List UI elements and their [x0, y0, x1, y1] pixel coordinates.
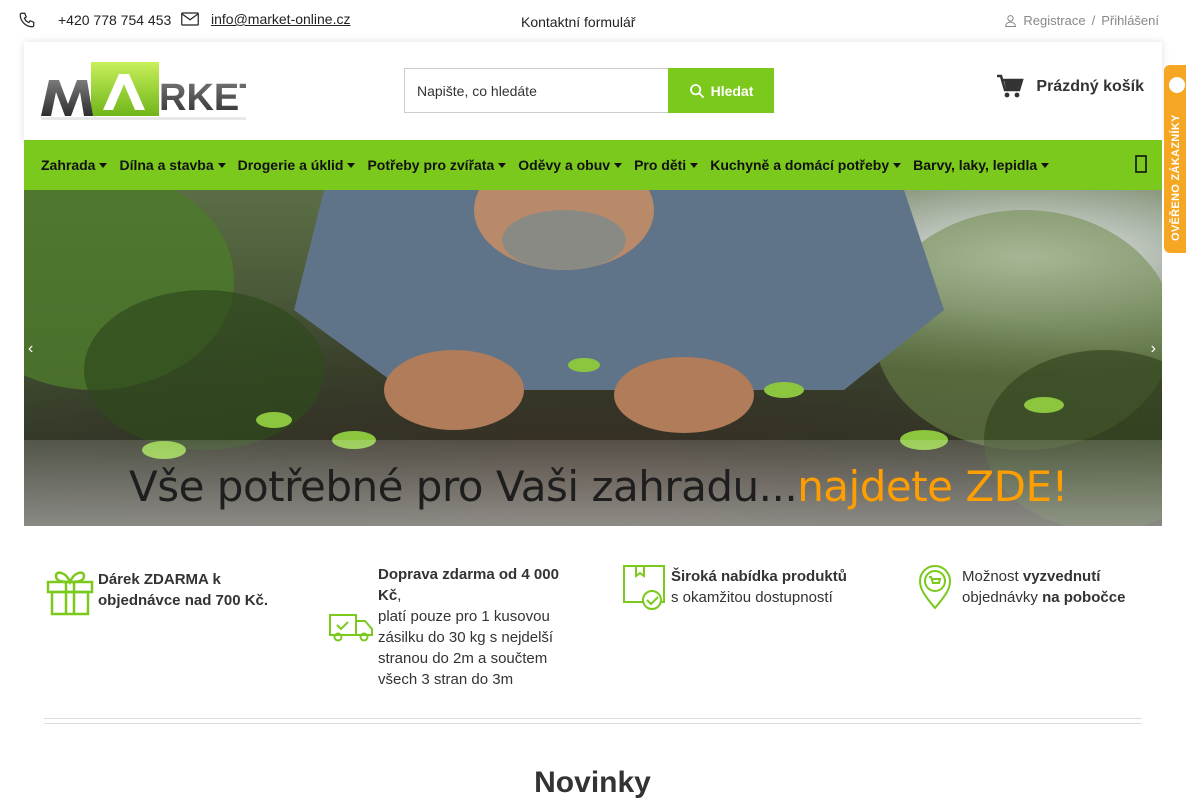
banner-caption-main: Vše potřebné pro Vaši zahradu... — [129, 462, 798, 511]
location-cart-icon — [918, 565, 952, 610]
user-icon — [1005, 15, 1017, 27]
chevron-down-icon — [893, 162, 902, 168]
next-slide-arrow[interactable]: › — [1151, 340, 1156, 358]
feature-pickup-mid: objednávky — [962, 589, 1043, 606]
truck-icon — [329, 614, 373, 642]
cart[interactable]: Prázdný košík — [996, 74, 1144, 100]
search-bar: Hledat — [404, 68, 774, 113]
feature-offer-title: Široká nabídka produktů — [671, 568, 847, 585]
chevron-down-icon — [614, 162, 623, 168]
gift-icon — [46, 571, 94, 616]
phone-link[interactable]: +420 778 754 453 — [18, 11, 171, 29]
chevron-down-icon — [99, 162, 108, 168]
nav-item-zvirata[interactable]: Potřeby pro zvířata — [367, 157, 507, 173]
mail-icon — [181, 12, 199, 26]
email-link-wrap: info@market-online.cz — [181, 11, 351, 27]
nav-item-barvy[interactable]: Barvy, laky, lepidla — [913, 157, 1050, 173]
nav-item-dilna[interactable]: Dílna a stavba — [119, 157, 226, 173]
prev-slide-arrow[interactable]: ‹ — [28, 340, 33, 358]
logo[interactable]: RKET — [41, 60, 262, 122]
feature-pickup-bold2: na pobočce — [1042, 589, 1126, 606]
login-link[interactable]: Přihlášení — [1101, 13, 1159, 28]
register-link[interactable]: Registrace — [1023, 13, 1085, 28]
badge-seal-icon — [1167, 75, 1186, 95]
feature-shipping-comma: , — [397, 587, 402, 604]
badge-text: OVĚŘENO ZÁKAZNÍKY — [1170, 114, 1182, 241]
feature-shipping-title: Doprava zdarma od 4 000 Kč — [378, 566, 559, 604]
nav-item-zahrada[interactable]: Zahrada — [41, 157, 108, 173]
chevron-down-icon — [347, 162, 356, 168]
section-divider — [44, 718, 1142, 724]
top-bar: +420 778 754 453 info@market-online.cz K… — [0, 0, 1200, 42]
nav-item-deti[interactable]: Pro děti — [634, 157, 699, 173]
chevron-down-icon — [690, 162, 699, 168]
account-separator: / — [1091, 13, 1096, 28]
phone-number: +420 778 754 453 — [58, 12, 172, 28]
chevron-down-icon — [498, 162, 507, 168]
chevron-down-icon — [1041, 162, 1050, 168]
feature-offer: Široká nabídka produktů s okamžitou dost… — [622, 564, 882, 610]
hero-banner[interactable]: ‹ › Vše potřebné pro Vaši zahradu...najd… — [24, 190, 1162, 526]
nav-item-kuchyne[interactable]: Kuchyně a domácí potřeby — [710, 157, 902, 173]
account-links: Registrace / Přihlášení — [1004, 13, 1159, 28]
svg-text:RKET: RKET — [159, 77, 246, 119]
contact-form-link[interactable]: Kontaktní formulář — [521, 14, 635, 30]
more-menu-icon[interactable] — [1134, 155, 1148, 173]
box-check-icon — [623, 565, 665, 610]
cart-icon — [997, 74, 1025, 98]
feature-pickup: Možnost vyzvednutí objednávky na pobočce — [918, 564, 1158, 610]
main-nav: Zahrada Dílna a stavba Drogerie a úklid … — [24, 140, 1162, 190]
feature-pickup-pre: Možnost — [962, 568, 1023, 585]
search-icon — [689, 83, 704, 98]
nav-item-drogerie[interactable]: Drogerie a úklid — [238, 157, 356, 173]
banner-caption: Vše potřebné pro Vaši zahradu...najdete … — [129, 462, 1068, 511]
chevron-down-icon — [217, 162, 226, 168]
feature-pickup-bold1: vyzvednutí — [1022, 568, 1101, 585]
banner-caption-highlight: najdete ZDE! — [797, 462, 1068, 511]
phone-icon — [19, 12, 35, 28]
verified-badge[interactable]: OVĚŘENO ZÁKAZNÍKY — [1164, 65, 1186, 253]
cart-label: Prázdný košík — [1036, 78, 1144, 95]
email-link[interactable]: info@market-online.cz — [211, 11, 351, 27]
search-button-label: Hledat — [710, 82, 754, 99]
search-button[interactable]: Hledat — [668, 68, 774, 113]
section-title: Novinky — [534, 766, 651, 799]
nav-item-odevy[interactable]: Oděvy a obuv — [518, 157, 623, 173]
header: RKET Hledat Prázdný košík — [24, 42, 1162, 140]
feature-shipping: Doprava zdarma od 4 000 Kč, platí pouze … — [328, 564, 578, 690]
feature-gift-text: Dárek ZDARMA k objednávce nad 700 Kč. — [98, 571, 269, 609]
search-input[interactable] — [404, 68, 668, 113]
feature-shipping-text: platí pouze pro 1 kusovou zásilku do 30 … — [378, 608, 554, 688]
feature-offer-text: s okamžitou dostupností — [671, 589, 833, 606]
feature-gift: Dárek ZDARMA k objednávce nad 700 Kč. — [44, 564, 304, 616]
